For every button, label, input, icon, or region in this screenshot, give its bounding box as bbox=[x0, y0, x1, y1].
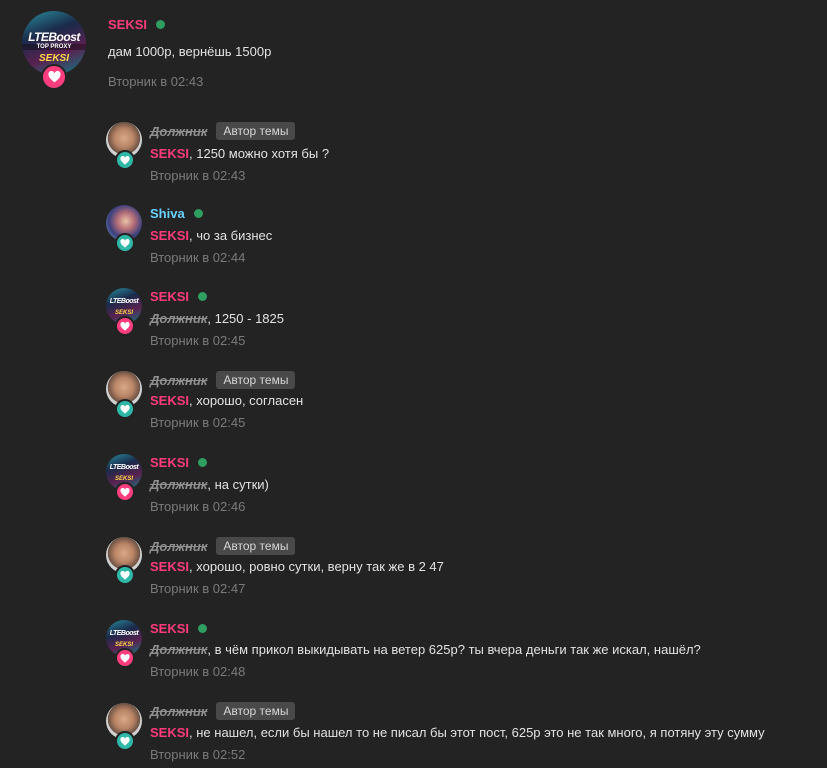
topic-author-tag: Автор темы bbox=[216, 122, 296, 140]
mention-link[interactable]: Должник bbox=[150, 311, 207, 326]
avatar[interactable] bbox=[106, 703, 142, 751]
heart-badge-icon bbox=[41, 64, 67, 90]
topic-author-tag: Автор темы bbox=[216, 371, 296, 389]
message-text: SEKSI, 1250 можно хотя бы ? bbox=[150, 146, 329, 161]
topic-author-tag: Автор темы bbox=[216, 702, 296, 720]
message-body: , в чём прикол выкидывать на ветер 625р?… bbox=[207, 642, 701, 657]
message-post: Должник Автор темы SEKSI, хорошо, соглас… bbox=[0, 367, 827, 447]
avatar-logo-text: LTEBoost bbox=[28, 30, 80, 44]
message-post: Должник Автор темы SEKSI, не нашел, если… bbox=[0, 699, 827, 768]
author-name[interactable]: SEKSI bbox=[150, 455, 189, 470]
timestamp[interactable]: Вторник в 02:45 bbox=[150, 415, 245, 430]
message-post: Должник Автор темы SEKSI, 1250 можно хот… bbox=[0, 118, 827, 198]
avatar-logo-text: LTEBoost bbox=[109, 298, 139, 305]
mention-link[interactable]: SEKSI bbox=[150, 725, 189, 740]
timestamp[interactable]: Вторник в 02:43 bbox=[150, 168, 245, 183]
message-text: Должник, на сутки) bbox=[150, 477, 269, 492]
message-text: SEKSI, хорошо, согласен bbox=[150, 393, 303, 408]
message-body: дам 1000р, вернёшь 1500р bbox=[108, 44, 272, 59]
message-text: SEKSI, не нашел, если бы нашел то не пис… bbox=[150, 725, 765, 740]
timestamp[interactable]: Вторник в 02:47 bbox=[150, 581, 245, 596]
author-name[interactable]: SEKSI bbox=[150, 621, 189, 636]
timestamp[interactable]: Вторник в 02:52 bbox=[150, 747, 245, 762]
message-post: LTEBoost TOP PROXY SEKSI SEKSI дам 1000р… bbox=[0, 0, 827, 100]
heart-badge-icon bbox=[115, 648, 135, 668]
message-body: , на сутки) bbox=[207, 477, 269, 492]
author-name[interactable]: Shiva bbox=[150, 206, 185, 221]
timestamp[interactable]: Вторник в 02:44 bbox=[150, 250, 245, 265]
message-text: Должник, в чём прикол выкидывать на вете… bbox=[150, 642, 701, 657]
online-indicator bbox=[198, 458, 208, 467]
message-post: Shiva SEKSI, чо за бизнес Вторник в 02:4… bbox=[0, 201, 827, 281]
timestamp[interactable]: Вторник в 02:43 bbox=[108, 74, 203, 89]
heart-badge-icon bbox=[115, 150, 135, 170]
avatar[interactable]: LTEBoost TOP PROXY SEKSI bbox=[22, 11, 86, 90]
message-body: , чо за бизнес bbox=[189, 228, 273, 243]
timestamp[interactable]: Вторник в 02:46 bbox=[150, 499, 245, 514]
avatar-logo-text: LTEBoost bbox=[109, 464, 139, 471]
author-name[interactable]: Должник bbox=[150, 704, 207, 719]
topic-author-tag: Автор темы bbox=[216, 537, 296, 555]
avatar[interactable]: LTEBoost SEKSI bbox=[106, 288, 142, 336]
author-name[interactable]: Должник bbox=[150, 539, 207, 554]
mention-link[interactable]: SEKSI bbox=[150, 228, 189, 243]
avatar[interactable] bbox=[106, 537, 142, 585]
mention-link[interactable]: Должник bbox=[150, 477, 207, 492]
author-name[interactable]: SEKSI bbox=[108, 17, 147, 32]
author-name[interactable]: Должник bbox=[150, 373, 207, 388]
avatar[interactable] bbox=[106, 122, 142, 170]
heart-badge-icon bbox=[115, 316, 135, 336]
message-post: LTEBoost SEKSI SEKSI Должник, 1250 - 182… bbox=[0, 284, 827, 364]
timestamp[interactable]: Вторник в 02:45 bbox=[150, 333, 245, 348]
message-body: , 1250 можно хотя бы ? bbox=[189, 146, 330, 161]
avatar[interactable]: LTEBoost SEKSI bbox=[106, 454, 142, 502]
heart-badge-icon bbox=[115, 731, 135, 751]
heart-badge-icon bbox=[115, 233, 135, 253]
message-body: , хорошо, ровно сутки, верну так же в 2 … bbox=[189, 559, 444, 574]
heart-badge-icon bbox=[115, 565, 135, 585]
avatar-logo-text: LTEBoost bbox=[109, 630, 139, 637]
mention-link[interactable]: Должник bbox=[150, 642, 207, 657]
online-indicator bbox=[198, 292, 208, 301]
message-text: SEKSI, чо за бизнес bbox=[150, 228, 272, 243]
message-body: , 1250 - 1825 bbox=[207, 311, 284, 326]
mention-link[interactable]: SEKSI bbox=[150, 393, 189, 408]
avatar-name-text: SEKSI bbox=[38, 53, 69, 64]
message-text: Должник, 1250 - 1825 bbox=[150, 311, 284, 326]
online-indicator bbox=[156, 20, 166, 29]
message-body: , не нашел, если бы нашел то не писал бы… bbox=[189, 725, 765, 740]
author-name[interactable]: SEKSI bbox=[150, 289, 189, 304]
online-indicator bbox=[198, 624, 208, 633]
mention-link[interactable]: SEKSI bbox=[150, 559, 189, 574]
message-post: LTEBoost SEKSI SEKSI Должник, в чём прик… bbox=[0, 616, 827, 696]
message-text: дам 1000р, вернёшь 1500р bbox=[108, 44, 271, 59]
message-text: SEKSI, хорошо, ровно сутки, верну так же… bbox=[150, 559, 444, 574]
heart-badge-icon bbox=[115, 399, 135, 419]
mention-link[interactable]: SEKSI bbox=[150, 146, 189, 161]
avatar[interactable] bbox=[106, 371, 142, 419]
heart-badge-icon bbox=[115, 482, 135, 502]
message-body: , хорошо, согласен bbox=[189, 393, 304, 408]
message-post: Должник Автор темы SEKSI, хорошо, ровно … bbox=[0, 533, 827, 613]
online-indicator bbox=[193, 209, 203, 218]
avatar[interactable] bbox=[106, 205, 142, 253]
avatar[interactable]: LTEBoost SEKSI bbox=[106, 620, 142, 668]
avatar-sub-text: TOP PROXY bbox=[22, 44, 86, 50]
message-post: LTEBoost SEKSI SEKSI Должник, на сутки) … bbox=[0, 450, 827, 530]
timestamp[interactable]: Вторник в 02:48 bbox=[150, 664, 245, 679]
author-name[interactable]: Должник bbox=[150, 124, 207, 139]
